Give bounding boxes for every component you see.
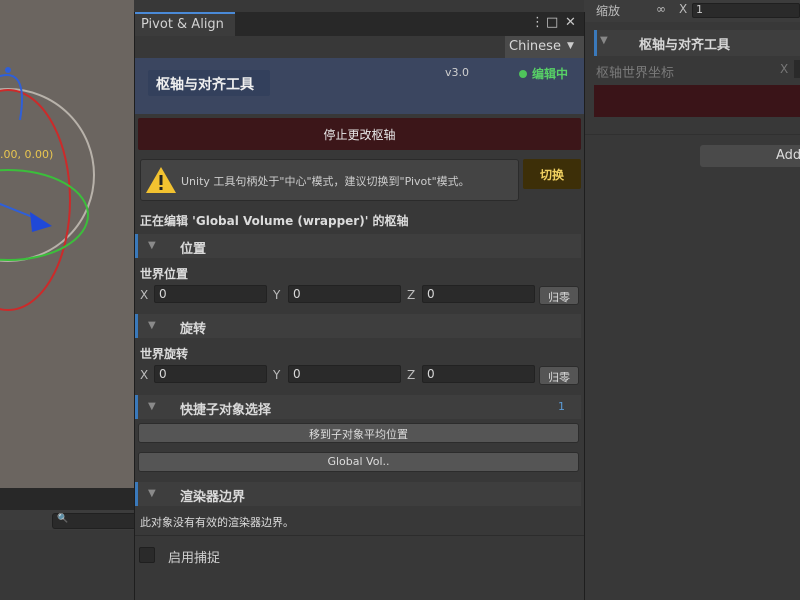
rotation-y-field[interactable]: 0 [288, 365, 401, 383]
divider [135, 535, 584, 536]
collapse-icon[interactable]: ▼ [148, 240, 156, 251]
tab-pivot-align[interactable]: Pivot & Align [135, 12, 235, 36]
chevron-down-icon: ▼ [567, 41, 574, 51]
scene-view[interactable]: .00, 0.00) [0, 0, 134, 488]
switch-pivot-mode-button[interactable]: 切换 [523, 159, 581, 189]
editing-label: 正在编辑 'Global Volume (wrapper)' 的枢轴 [140, 214, 409, 228]
position-x-label: X [140, 288, 149, 302]
warning-strip [594, 85, 800, 117]
position-reset-button[interactable]: 归零 [539, 286, 579, 305]
divider [584, 134, 800, 135]
enable-snap-label: 启用捕捉 [168, 551, 221, 566]
collapse-icon[interactable]: ▼ [148, 320, 156, 331]
rotation-reset-button[interactable]: 归零 [539, 366, 579, 385]
scale-x-field[interactable]: 1 [692, 3, 800, 18]
stop-editing-pivot-button[interactable]: 停止更改枢轴 [138, 118, 581, 150]
child-object-button[interactable]: Global Vol.. [138, 452, 579, 472]
section-rotation[interactable]: ▼ 旋转 [135, 314, 581, 338]
hierarchy-panel [0, 530, 134, 600]
rotation-z-field[interactable]: 0 [422, 365, 535, 383]
collapse-icon[interactable]: ▼ [148, 401, 156, 412]
scale-row: 缩放 ∞ X 1 [584, 0, 800, 22]
rotation-x-field[interactable]: 0 [154, 365, 267, 383]
component-title: 枢轴与对齐工具 [639, 38, 731, 53]
scale-label: 缩放 [596, 4, 621, 18]
world-rotation-label: 世界旋转 [140, 347, 189, 361]
scale-x-label: X [679, 2, 688, 16]
position-y-field[interactable]: 0 [288, 285, 401, 303]
pivot-x-label: X [780, 62, 789, 76]
enable-snap-checkbox[interactable] [139, 547, 155, 563]
status-label: 编辑中 [532, 67, 569, 81]
maximize-icon[interactable]: □ [546, 15, 558, 30]
coordinate-readout: .00, 0.00) [0, 148, 54, 161]
position-y-label: Y [273, 288, 281, 302]
position-x-field[interactable]: 0 [154, 285, 267, 303]
section-renderer-bounds[interactable]: ▼ 渲染器边界 [135, 482, 581, 506]
pivot-world-coord-label: 枢轴世界坐标 [596, 66, 675, 81]
search-icon: 🔍 [57, 514, 69, 524]
section-position[interactable]: ▼ 位置 [135, 234, 581, 258]
rotation-x-label: X [140, 368, 149, 382]
more-options-icon[interactable]: ⋮ [531, 15, 544, 30]
scene-status-bar [0, 488, 134, 510]
hierarchy-search-input[interactable]: 🔍 [52, 513, 135, 529]
warning-message: Unity 工具句柄处于"中心"模式，建议切换到"Pivot"模式。 [181, 175, 470, 188]
collapse-icon[interactable]: ▼ [600, 35, 608, 46]
status-dot-icon [519, 70, 527, 78]
warning-icon [146, 167, 176, 193]
position-z-label: Z [407, 288, 416, 302]
rotation-z-label: Z [407, 368, 416, 382]
version-label: v3.0 [445, 66, 470, 79]
position-z-field[interactable]: 0 [422, 285, 535, 303]
world-position-label: 世界位置 [140, 267, 189, 281]
section-child-selection[interactable]: ▼ 快捷子对象选择 1 [135, 395, 581, 419]
pivot-x-field[interactable] [794, 60, 800, 78]
no-renderer-bounds-message: 此对象没有有效的渲染器边界。 [140, 516, 294, 529]
window-tab-bar: Pivot & Align ⋮ □ ✕ [135, 12, 584, 36]
collapse-icon[interactable]: ▼ [148, 488, 156, 499]
component-header[interactable]: ▼ 枢轴与对齐工具 [594, 30, 800, 56]
rotation-y-label: Y [273, 368, 281, 382]
child-count-badge: 1 [558, 400, 565, 413]
inspector-panel: 缩放 ∞ X 1 ▼ 枢轴与对齐工具 枢轴世界坐标 X Add [584, 0, 800, 600]
close-icon[interactable]: ✕ [565, 15, 576, 30]
add-component-button[interactable]: Add [700, 145, 800, 167]
link-icon[interactable]: ∞ [656, 2, 666, 16]
tool-header: 枢轴与对齐工具 v3.0 编辑中 [135, 58, 584, 114]
tool-title: 枢轴与对齐工具 [148, 70, 270, 96]
language-dropdown[interactable]: Chinese ▼ [505, 36, 584, 58]
warning-box: Unity 工具句柄处于"中心"模式，建议切换到"Pivot"模式。 [140, 159, 519, 201]
rotation-gizmo[interactable] [0, 0, 134, 488]
pivot-align-window: Pivot & Align ⋮ □ ✕ Chinese ▼ 枢轴与对齐工具 v3… [134, 12, 585, 600]
move-to-children-average-button[interactable]: 移到子对象平均位置 [138, 423, 579, 443]
